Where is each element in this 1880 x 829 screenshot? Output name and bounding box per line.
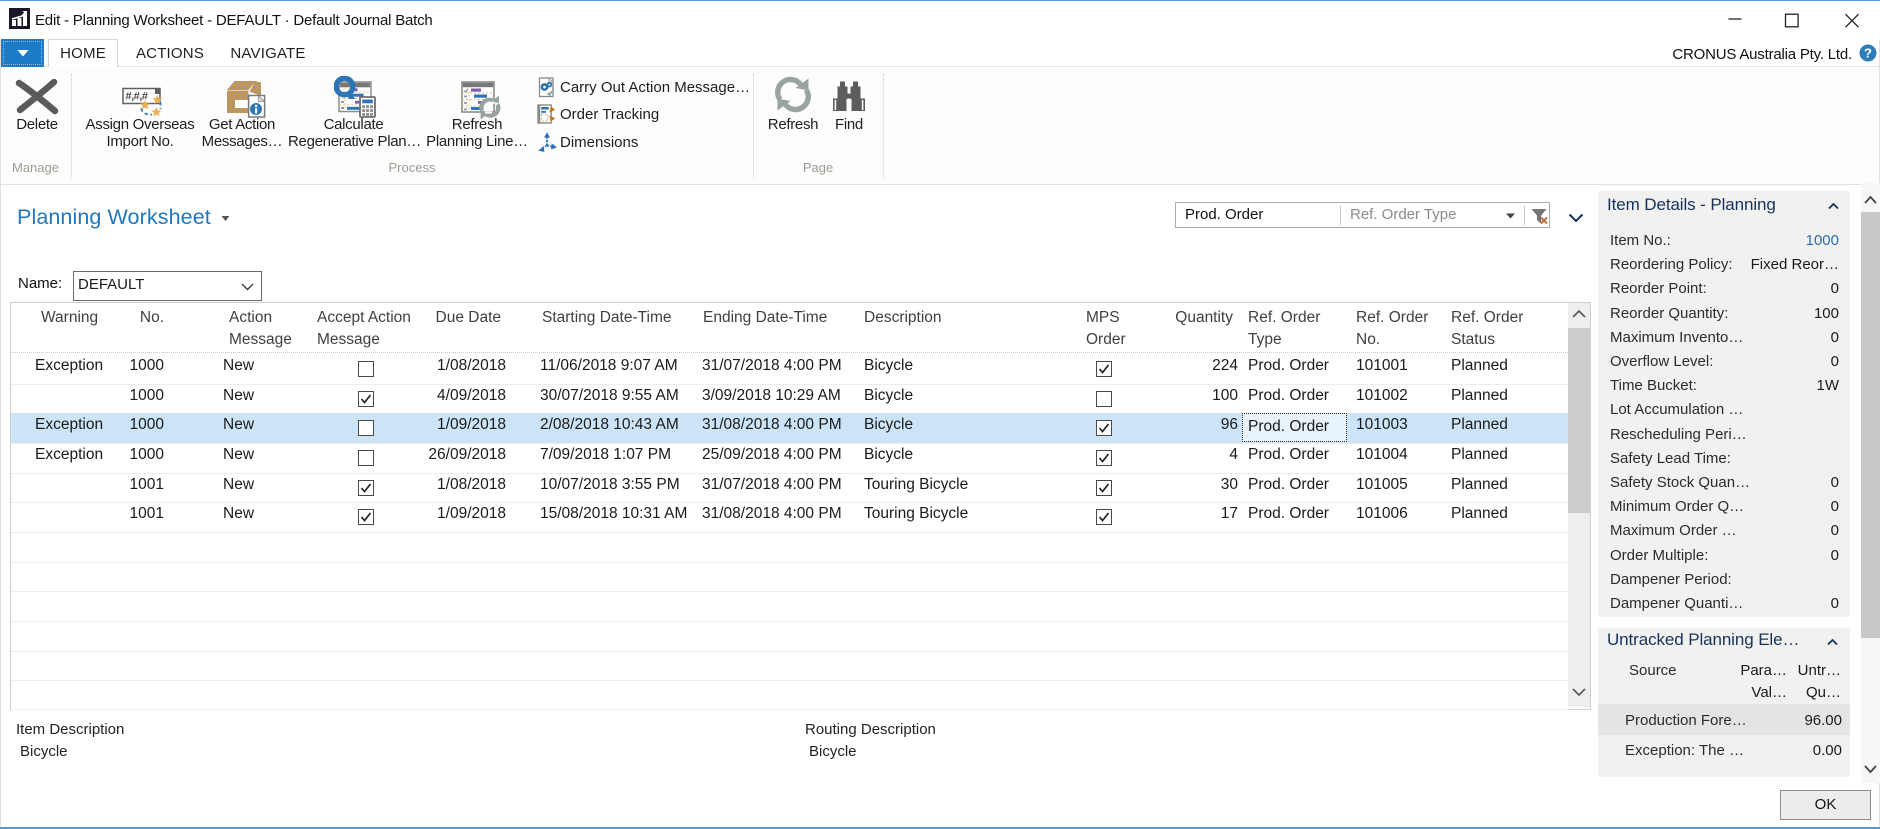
svg-text:?: ? bbox=[1864, 46, 1872, 61]
svg-text:#,#,#: #,#,# bbox=[126, 91, 148, 103]
